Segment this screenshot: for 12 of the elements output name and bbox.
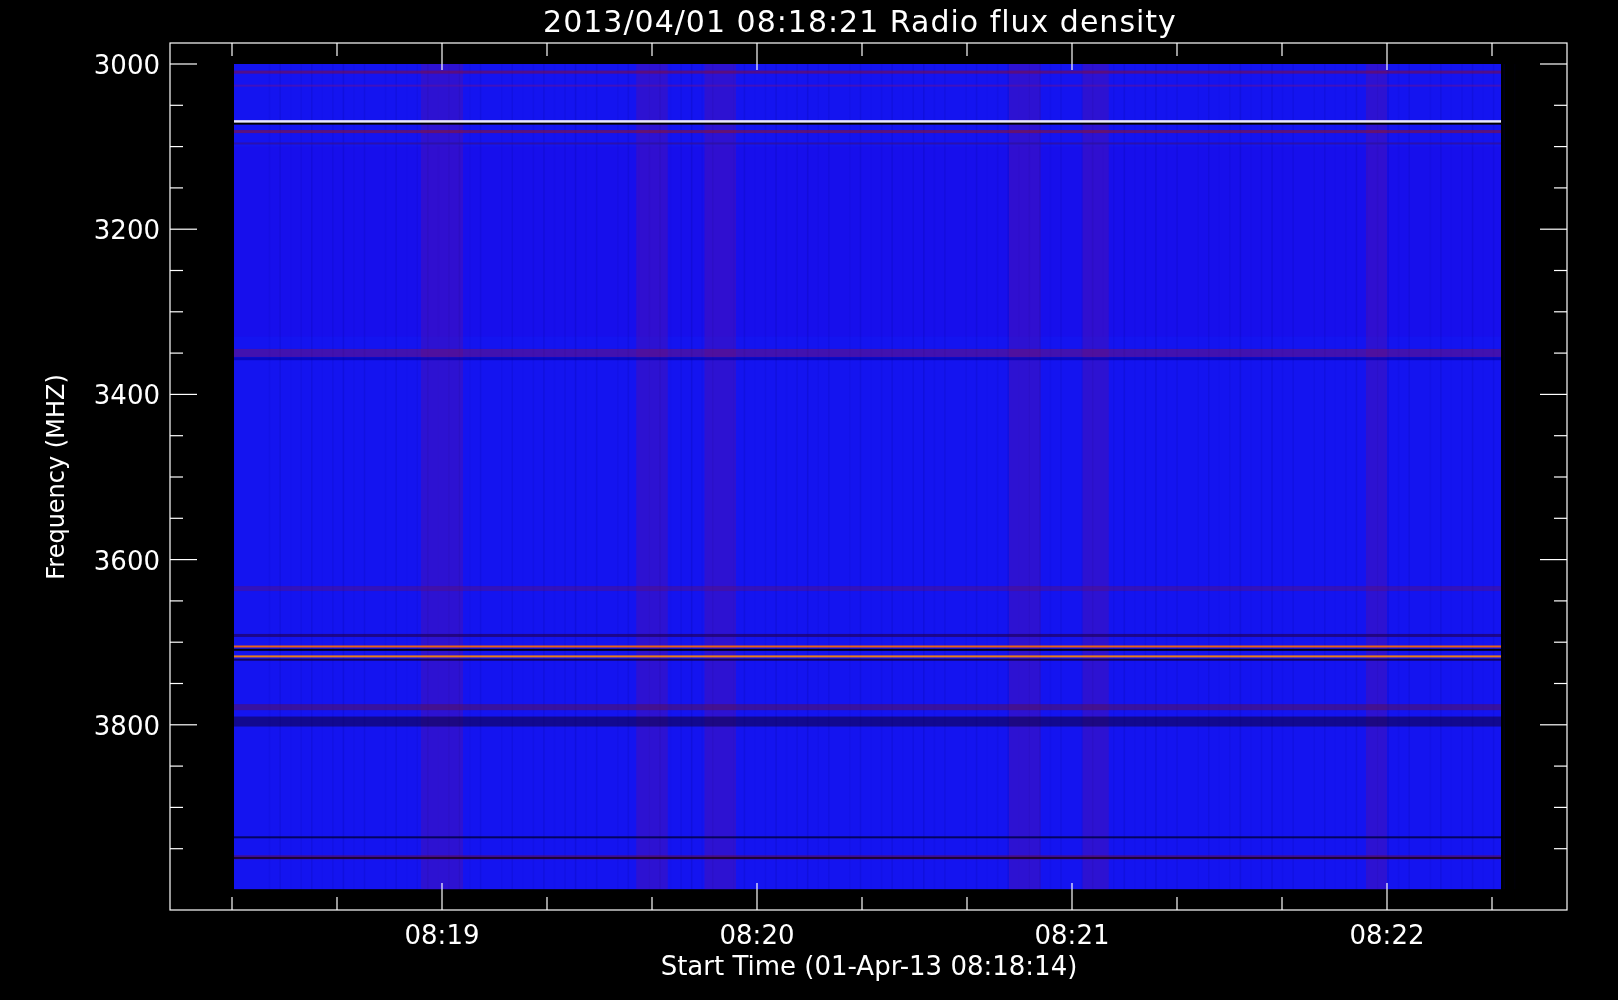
x-axis-label: Start Time (01-Apr-13 08:18:14) bbox=[660, 951, 1078, 981]
y-tick-label: 3000 bbox=[93, 50, 160, 80]
y-tick-label: 3600 bbox=[93, 545, 160, 576]
x-tick-label: 08:21 bbox=[1034, 920, 1110, 950]
x-tick-label: 08:22 bbox=[1349, 920, 1425, 950]
x-tick-label: 08:20 bbox=[719, 920, 795, 950]
y-tick-label: 3800 bbox=[93, 710, 160, 741]
y-tick-label: 3400 bbox=[93, 380, 160, 411]
y-axis-label: Frequency (MHZ) bbox=[42, 374, 70, 580]
y-tick-label: 3200 bbox=[93, 215, 160, 246]
plot-title: 2013/04/01 08:18:21 Radio flux density bbox=[543, 4, 1177, 39]
x-tick-label: 08:19 bbox=[404, 920, 480, 950]
